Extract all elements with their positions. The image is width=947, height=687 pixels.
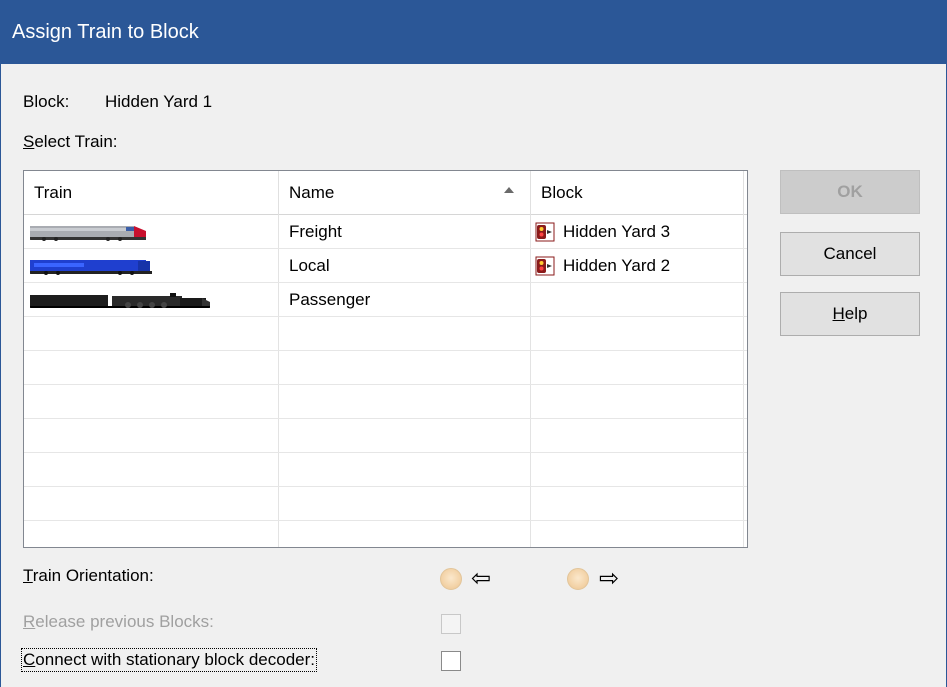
ok-button[interactable]: OK — [780, 170, 920, 214]
table-row — [24, 419, 747, 453]
train-list[interactable]: Train Name Block Freight Hidden Yard 3 L… — [23, 170, 748, 548]
table-row[interactable]: Passenger — [24, 283, 747, 317]
table-row — [24, 453, 747, 487]
table-row — [24, 351, 747, 385]
train-block: Hidden Yard 2 — [531, 249, 670, 283]
train-name: Freight — [289, 222, 342, 241]
table-row[interactable]: Freight Hidden Yard 3 — [24, 215, 747, 249]
arrow-left-icon: ⇦ — [471, 565, 492, 592]
orientation-right-radio[interactable] — [567, 568, 589, 590]
train-block: Hidden Yard 3 — [531, 215, 670, 249]
connect-decoder-label[interactable]: Connect with stationary block decoder: — [21, 648, 317, 672]
table-row — [24, 385, 747, 419]
window-title: Assign Train to Block — [12, 21, 199, 43]
blue-diesel-locomotive-icon — [30, 260, 152, 275]
train-name: Passenger — [289, 290, 371, 309]
arrow-right-icon: ⇨ — [599, 565, 620, 592]
dialog-body: Block: Hidden Yard 1 Select Train: Train… — [0, 64, 947, 687]
block-name: Hidden Yard 2 — [563, 256, 671, 275]
cancel-button[interactable]: Cancel — [780, 232, 920, 276]
release-previous-blocks-label: Release previous Blocks: — [23, 612, 214, 631]
block-signal-icon — [535, 256, 555, 276]
column-header-name[interactable]: Name — [279, 171, 531, 215]
column-header-block[interactable]: Block — [531, 171, 744, 215]
help-button[interactable]: Help — [780, 292, 920, 336]
list-header: Train Name Block — [24, 171, 747, 215]
orientation-left-radio[interactable] — [440, 568, 462, 590]
amtrak-diesel-locomotive-icon — [30, 226, 146, 241]
column-header-train[interactable]: Train — [24, 171, 278, 215]
release-previous-blocks-checkbox[interactable] — [441, 614, 461, 634]
sort-ascending-icon — [504, 187, 514, 193]
select-train-label: Select Train: — [23, 132, 118, 151]
table-row — [24, 487, 747, 521]
train-orientation-label: Train Orientation: — [23, 566, 154, 585]
title-bar: Assign Train to Block — [0, 0, 947, 64]
block-label: Block: — [23, 92, 70, 111]
block-value: Hidden Yard 1 — [105, 92, 213, 111]
table-row[interactable]: Local Hidden Yard 2 — [24, 249, 747, 283]
table-row — [24, 317, 747, 351]
train-name: Local — [289, 256, 330, 275]
block-name: Hidden Yard 3 — [563, 222, 671, 241]
connect-decoder-checkbox[interactable] — [441, 651, 461, 671]
block-signal-icon — [535, 222, 555, 242]
black-steam-locomotive-icon — [30, 293, 210, 308]
table-row — [24, 521, 747, 547]
